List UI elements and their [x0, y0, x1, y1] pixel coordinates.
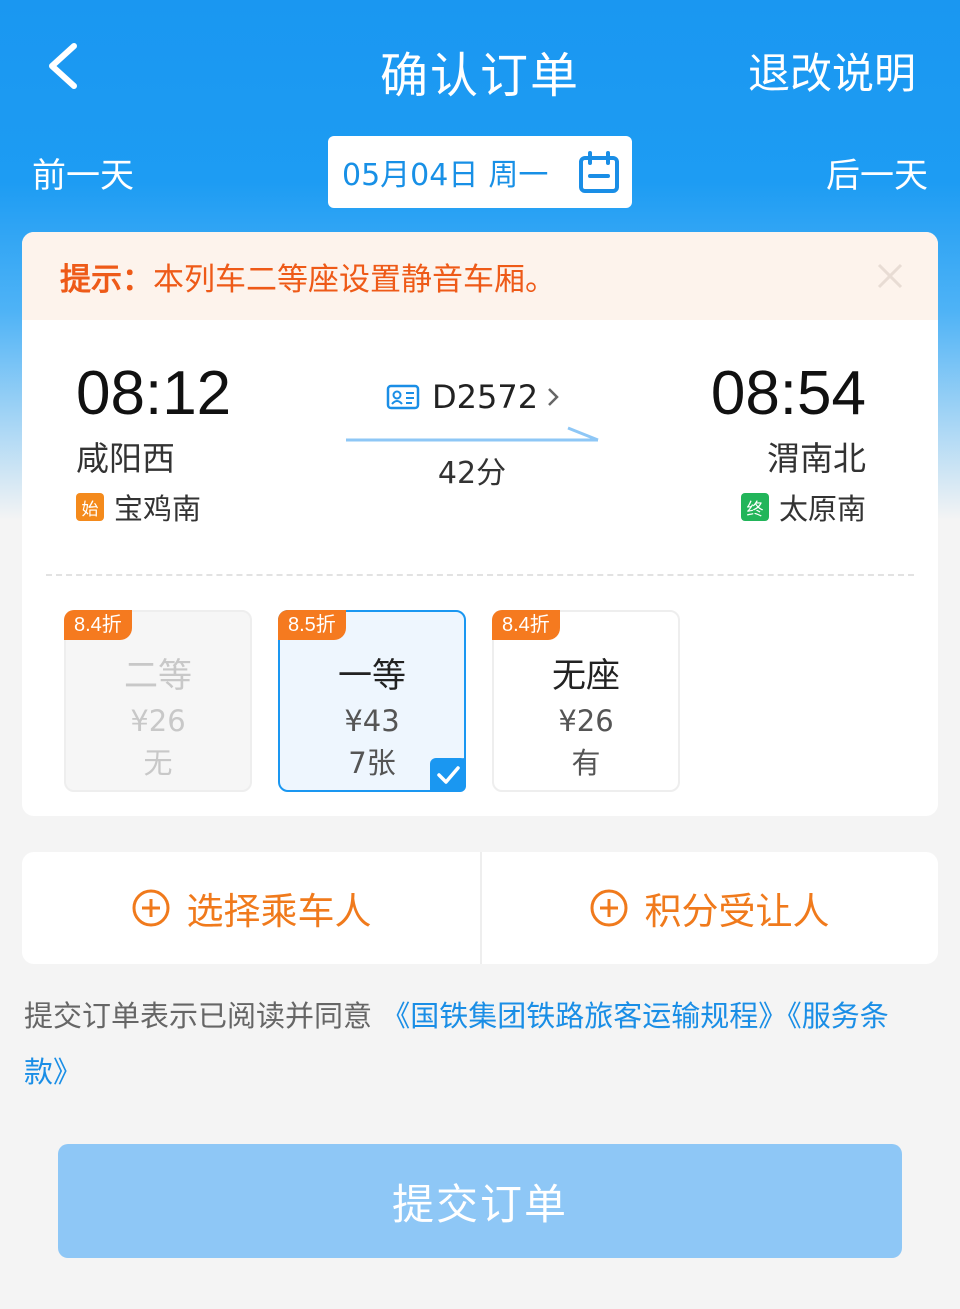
- arrival-station: 渭南北: [767, 439, 866, 478]
- origin-badge: 始: [76, 493, 104, 521]
- departure-station: 咸阳西: [76, 439, 175, 478]
- agreement-prefix: 提交订单表示已阅读并同意: [24, 999, 373, 1033]
- points-recipient-button[interactable]: 积分受让人: [480, 852, 938, 964]
- select-passenger-button[interactable]: 选择乘车人: [22, 852, 480, 964]
- close-icon[interactable]: [876, 262, 904, 290]
- seat-price: ¥26: [558, 704, 614, 738]
- prev-day-button[interactable]: 前一天: [32, 148, 134, 197]
- terminal-station-name: 太原南: [778, 492, 866, 526]
- weekday-text: 周一: [488, 158, 549, 193]
- notice-banner: 提示： 本列车二等座设置静音车厢。: [22, 232, 938, 320]
- origin-station: 始 宝鸡南: [76, 486, 201, 528]
- select-passenger-label: 选择乘车人: [186, 890, 372, 933]
- trip-duration: 42分: [437, 456, 507, 491]
- date-picker[interactable]: 05月04日 周一: [328, 136, 632, 208]
- terminal-badge: 终: [740, 493, 769, 521]
- date-selector: 前一天 05月04日 周一 后一天: [0, 134, 960, 210]
- train-number-section[interactable]: D2572 42分: [342, 372, 602, 492]
- seat-price: ¥43: [344, 704, 400, 738]
- submit-order-button[interactable]: 提交订单: [58, 1144, 902, 1258]
- chevron-right-icon: [548, 388, 559, 406]
- discount-badge: 8.5折: [278, 610, 346, 640]
- seat-availability: 无: [143, 746, 173, 780]
- transport-rules-link[interactable]: 《国铁集团铁路旅客运输规程》: [381, 999, 787, 1033]
- agreement-text: 提交订单表示已阅读并同意 《国铁集团铁路旅客运输规程》《服务条款》: [24, 988, 924, 1100]
- order-confirm-page: 确认订单 退改说明 前一天 05月04日 周一 后一天 提示： 本列车二等座设置…: [0, 0, 960, 1309]
- id-card-icon: [386, 384, 420, 410]
- notice-label: 提示：: [60, 261, 153, 298]
- seat-availability: 有: [571, 746, 601, 780]
- seat-price: ¥26: [130, 704, 186, 738]
- plus-circle-icon: [132, 889, 169, 927]
- discount-badge: 8.4折: [64, 610, 132, 640]
- arrival-time: 08:54: [710, 359, 866, 428]
- refund-policy-link[interactable]: 退改说明: [748, 40, 916, 101]
- seat-class-name: 二等: [124, 656, 192, 696]
- terminal-station: 终 太原南: [740, 486, 866, 528]
- dashed-divider: [46, 574, 914, 576]
- seat-option-second-class[interactable]: 8.4折 二等 ¥26 无: [64, 610, 252, 792]
- next-day-button[interactable]: 后一天: [826, 148, 928, 197]
- top-nav: 确认订单 退改说明: [0, 0, 960, 130]
- date-text: 05月04日: [342, 158, 479, 193]
- calendar-icon: [579, 151, 619, 193]
- origin-station-name: 宝鸡南: [114, 492, 202, 526]
- seat-option-first-class[interactable]: 8.5折 一等 ¥43 7张: [278, 610, 466, 792]
- train-info-card: 提示： 本列车二等座设置静音车厢。 08:12 咸阳西 始 宝鸡南 D2572 …: [22, 232, 938, 816]
- train-number: D2572: [432, 378, 539, 416]
- seat-class-name: 无座: [552, 656, 620, 696]
- notice-text: 本列车二等座设置静音车厢。: [153, 261, 556, 298]
- check-icon: [430, 758, 466, 792]
- seat-option-no-seat[interactable]: 8.4折 无座 ¥26 有: [492, 610, 680, 792]
- points-recipient-label: 积分受让人: [644, 890, 830, 933]
- seat-class-name: 一等: [338, 656, 406, 696]
- plus-circle-icon: [590, 889, 627, 927]
- passenger-actions: 选择乘车人 积分受让人: [22, 852, 938, 964]
- train-number-row[interactable]: D2572: [386, 378, 560, 416]
- departure-time: 08:12: [76, 359, 232, 428]
- route-arrow-icon: [346, 426, 599, 442]
- discount-badge: 8.4折: [492, 610, 560, 640]
